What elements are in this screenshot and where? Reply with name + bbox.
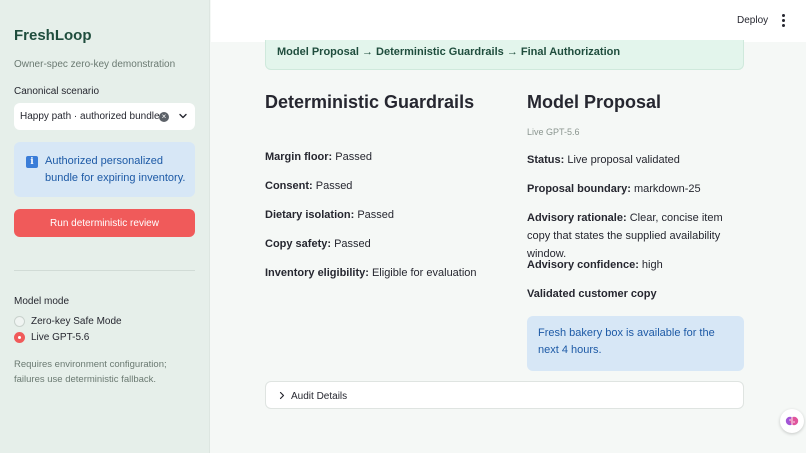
proposal-boundary: Proposal boundary: markdown-25: [527, 183, 701, 195]
guardrail-dietary-isolation: Dietary isolation: Passed: [265, 209, 395, 221]
guardrails-title: Deterministic Guardrails: [265, 92, 475, 112]
app-title: FreshLoop: [14, 27, 92, 44]
flow-banner-text: Model Proposal → Deterministic Guardrail…: [277, 46, 621, 58]
validated-copy-text: Fresh bakery box is available for the ne…: [538, 327, 715, 356]
flow-banner: Model Proposal → Deterministic Guardrail…: [265, 40, 744, 70]
scenario-info-text: Authorized personalized bundle for expir…: [45, 155, 186, 184]
proposal-rationale: Advisory rationale: Clear, concise item …: [527, 212, 723, 260]
scenario-info-box: i Authorized personalized bundle for exp…: [14, 142, 195, 197]
proposal-caption: Live GPT-5.6: [527, 127, 580, 137]
guardrail-consent: Consent: Passed: [265, 180, 353, 192]
radio-button[interactable]: [14, 315, 25, 327]
proposal-status: Status: Live proposal validated: [527, 154, 680, 166]
scenario-label: Canonical scenario: [14, 86, 100, 97]
radio-label: Zero-key Safe Mode: [31, 315, 122, 327]
clear-icon[interactable]: ×: [159, 112, 169, 122]
model-mode-label: Model mode: [14, 296, 70, 307]
assistant-brain-icon[interactable]: [780, 409, 804, 433]
sidebar-divider: [14, 270, 195, 271]
chevron-right-icon: [279, 391, 285, 400]
app-subtitle: Owner-spec zero-key demonstration: [14, 59, 176, 70]
run-review-button[interactable]: Run deterministic review: [14, 209, 195, 237]
validated-copy-box: Fresh bakery box is available for the ne…: [527, 316, 744, 371]
guardrail-margin-floor: Margin floor: Passed: [265, 151, 372, 163]
top-bar: Deploy: [211, 0, 806, 42]
proposal-confidence: Advisory confidence: high: [527, 259, 663, 271]
sidebar: FreshLoop Owner-spec zero-key demonstrat…: [0, 0, 210, 453]
radio-label: Live GPT-5.6: [31, 331, 90, 343]
validated-copy-heading: Validated customer copy: [527, 288, 657, 300]
info-icon: i: [26, 156, 38, 168]
model-mode-help: Requires environment configuration; fail…: [14, 359, 167, 385]
chevron-down-icon[interactable]: [177, 110, 189, 122]
scenario-select-value: Happy path · authorized bundle: [20, 111, 160, 122]
guardrail-inventory-eligibility: Inventory eligibility: Eligible for eval…: [265, 267, 477, 279]
proposal-title: Model Proposal: [527, 92, 662, 112]
more-menu-icon[interactable]: [781, 14, 787, 28]
radio-live-gpt[interactable]: Live GPT-5.6: [14, 331, 89, 343]
audit-details-label: Audit Details: [291, 391, 348, 402]
scenario-select[interactable]: Happy path · authorized bundle ×: [14, 103, 195, 130]
audit-details-expander[interactable]: Audit Details: [265, 381, 744, 409]
guardrail-copy-safety: Copy safety: Passed: [265, 238, 371, 250]
radio-button-selected[interactable]: [14, 331, 25, 343]
deploy-button[interactable]: Deploy: [737, 15, 768, 26]
radio-zero-key-safe-mode[interactable]: Zero-key Safe Mode: [14, 315, 122, 327]
